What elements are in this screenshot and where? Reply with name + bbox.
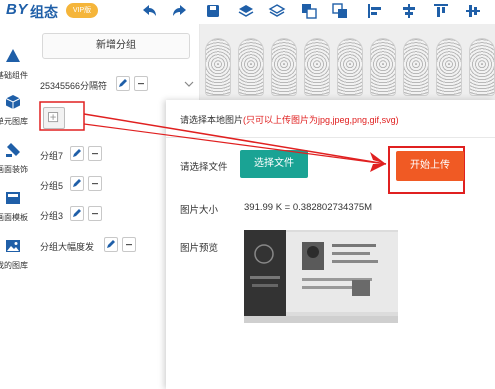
align-center-icon[interactable] — [400, 2, 418, 20]
library-image-tile[interactable] — [370, 38, 396, 96]
sidebar-item-label: 画面装饰 — [0, 165, 28, 174]
plus-icon — [48, 112, 59, 123]
logo-latin: BY — [6, 1, 28, 18]
delete-group-button[interactable] — [88, 176, 102, 191]
delete-group-button[interactable] — [88, 206, 102, 221]
basic-component-icon — [5, 48, 21, 64]
library-image-tile[interactable] — [205, 38, 231, 96]
start-upload-button[interactable]: 开始上传 — [396, 151, 464, 181]
add-group-button[interactable]: 新增分组 — [42, 33, 190, 59]
cube-icon — [5, 94, 21, 110]
sidebar-item-label: 我的图库 — [0, 261, 28, 270]
bring-front-icon[interactable] — [300, 2, 318, 20]
sidebar-item-label: 单元图库 — [0, 117, 28, 126]
library-image-tile[interactable] — [469, 38, 495, 96]
library-image-tile[interactable] — [238, 38, 264, 96]
layer-up-icon[interactable] — [237, 2, 255, 20]
layer-down-icon[interactable] — [268, 2, 286, 20]
delete-group-button[interactable] — [88, 146, 102, 161]
minus-icon — [92, 153, 98, 155]
minus-icon — [92, 213, 98, 215]
sidebar-item-unit-library[interactable]: 单元图库 — [0, 92, 34, 128]
sidebar-item-label: 画面模板 — [0, 213, 28, 222]
sidebar-item-decoration[interactable]: 画面装饰 — [0, 140, 34, 176]
template-icon — [5, 190, 21, 206]
undo-icon[interactable] — [140, 2, 158, 20]
library-image-tile[interactable] — [436, 38, 462, 96]
minus-icon — [126, 244, 132, 246]
sidebar-item-template[interactable]: 画面模板 — [0, 188, 34, 224]
pencil-icon — [73, 209, 81, 217]
document-photo-preview — [244, 230, 398, 323]
chevron-down-icon[interactable] — [184, 80, 194, 88]
image-size-label: 图片大小 — [180, 205, 219, 216]
edit-group-button[interactable] — [70, 206, 84, 221]
pencil-icon — [119, 79, 127, 87]
library-image-tile[interactable] — [403, 38, 429, 96]
top-toolbar: BY 组态 VIP版 — [0, 0, 495, 24]
image-preview-label: 图片预览 — [180, 243, 219, 254]
save-icon[interactable] — [204, 2, 222, 20]
pencil-icon — [73, 179, 81, 187]
image-size-value: 391.99 K = 0.382802734375M — [244, 202, 373, 213]
image-preview — [244, 230, 398, 323]
edit-group-button[interactable] — [70, 176, 84, 191]
library-image-tile[interactable] — [304, 38, 330, 96]
pencil-icon — [107, 240, 115, 248]
left-nav-rail: 基础组件 单元图库 画面装饰 画面模板 我的图库 — [0, 24, 34, 389]
edit-group-button[interactable] — [104, 237, 118, 252]
image-library-grid — [200, 24, 495, 100]
group-name: 分组7 — [40, 151, 64, 161]
library-image-tile[interactable] — [337, 38, 363, 96]
align-left-icon[interactable] — [366, 2, 384, 20]
delete-group-button[interactable] — [134, 76, 148, 91]
minus-icon — [138, 83, 144, 85]
delete-group-button[interactable] — [122, 237, 136, 252]
edit-group-button[interactable] — [70, 146, 84, 161]
group-name: 分组3 — [40, 211, 64, 221]
group-name: 分组大幅度发 — [40, 242, 95, 252]
group-name: 分组5 — [40, 181, 64, 191]
app-window: BY 组态 VIP版 础组件 元图库 面装饰 面模板 的图库 新增分组 2534… — [0, 0, 495, 389]
vip-badge: VIP版 — [66, 3, 98, 18]
pencil-icon — [73, 149, 81, 157]
library-image-tile[interactable] — [271, 38, 297, 96]
image-icon — [5, 238, 21, 254]
redo-icon[interactable] — [171, 2, 189, 20]
send-back-icon[interactable] — [331, 2, 349, 20]
dialog-header: 请选择本地图片(只可以上传图片为jpg,jpeg,png,gif,svg) — [166, 100, 495, 138]
choose-file-button[interactable]: 选择文件 — [240, 150, 308, 178]
sidebar-item-label: 基础组件 — [0, 71, 28, 80]
choose-file-label: 请选择文件 — [180, 162, 228, 173]
align-middle-icon[interactable] — [464, 2, 482, 20]
sidebar-item-my-library[interactable]: 我的图库 — [0, 236, 34, 272]
upload-image-button[interactable] — [43, 107, 65, 129]
group-row[interactable]: 25345566分隔符 — [40, 76, 190, 94]
upload-dialog: 请选择本地图片(只可以上传图片为jpg,jpeg,png,gif,svg) 请选… — [166, 100, 495, 389]
dialog-title: 请选择本地图片(只可以上传图片为jpg,jpeg,png,gif,svg) — [180, 113, 399, 126]
decoration-icon — [5, 142, 21, 158]
logo-title: 组态 — [30, 4, 58, 20]
align-top-icon[interactable] — [432, 2, 450, 20]
group-name: 25345566分隔符 — [40, 81, 108, 91]
dialog-title-text: 请选择本地图片 — [180, 115, 244, 125]
sidebar-item-basic[interactable]: 基础组件 — [0, 46, 34, 82]
edit-group-button[interactable] — [116, 76, 130, 91]
file-type-warning: (只可以上传图片为jpg,jpeg,png,gif,svg) — [243, 115, 399, 125]
minus-icon — [92, 183, 98, 185]
